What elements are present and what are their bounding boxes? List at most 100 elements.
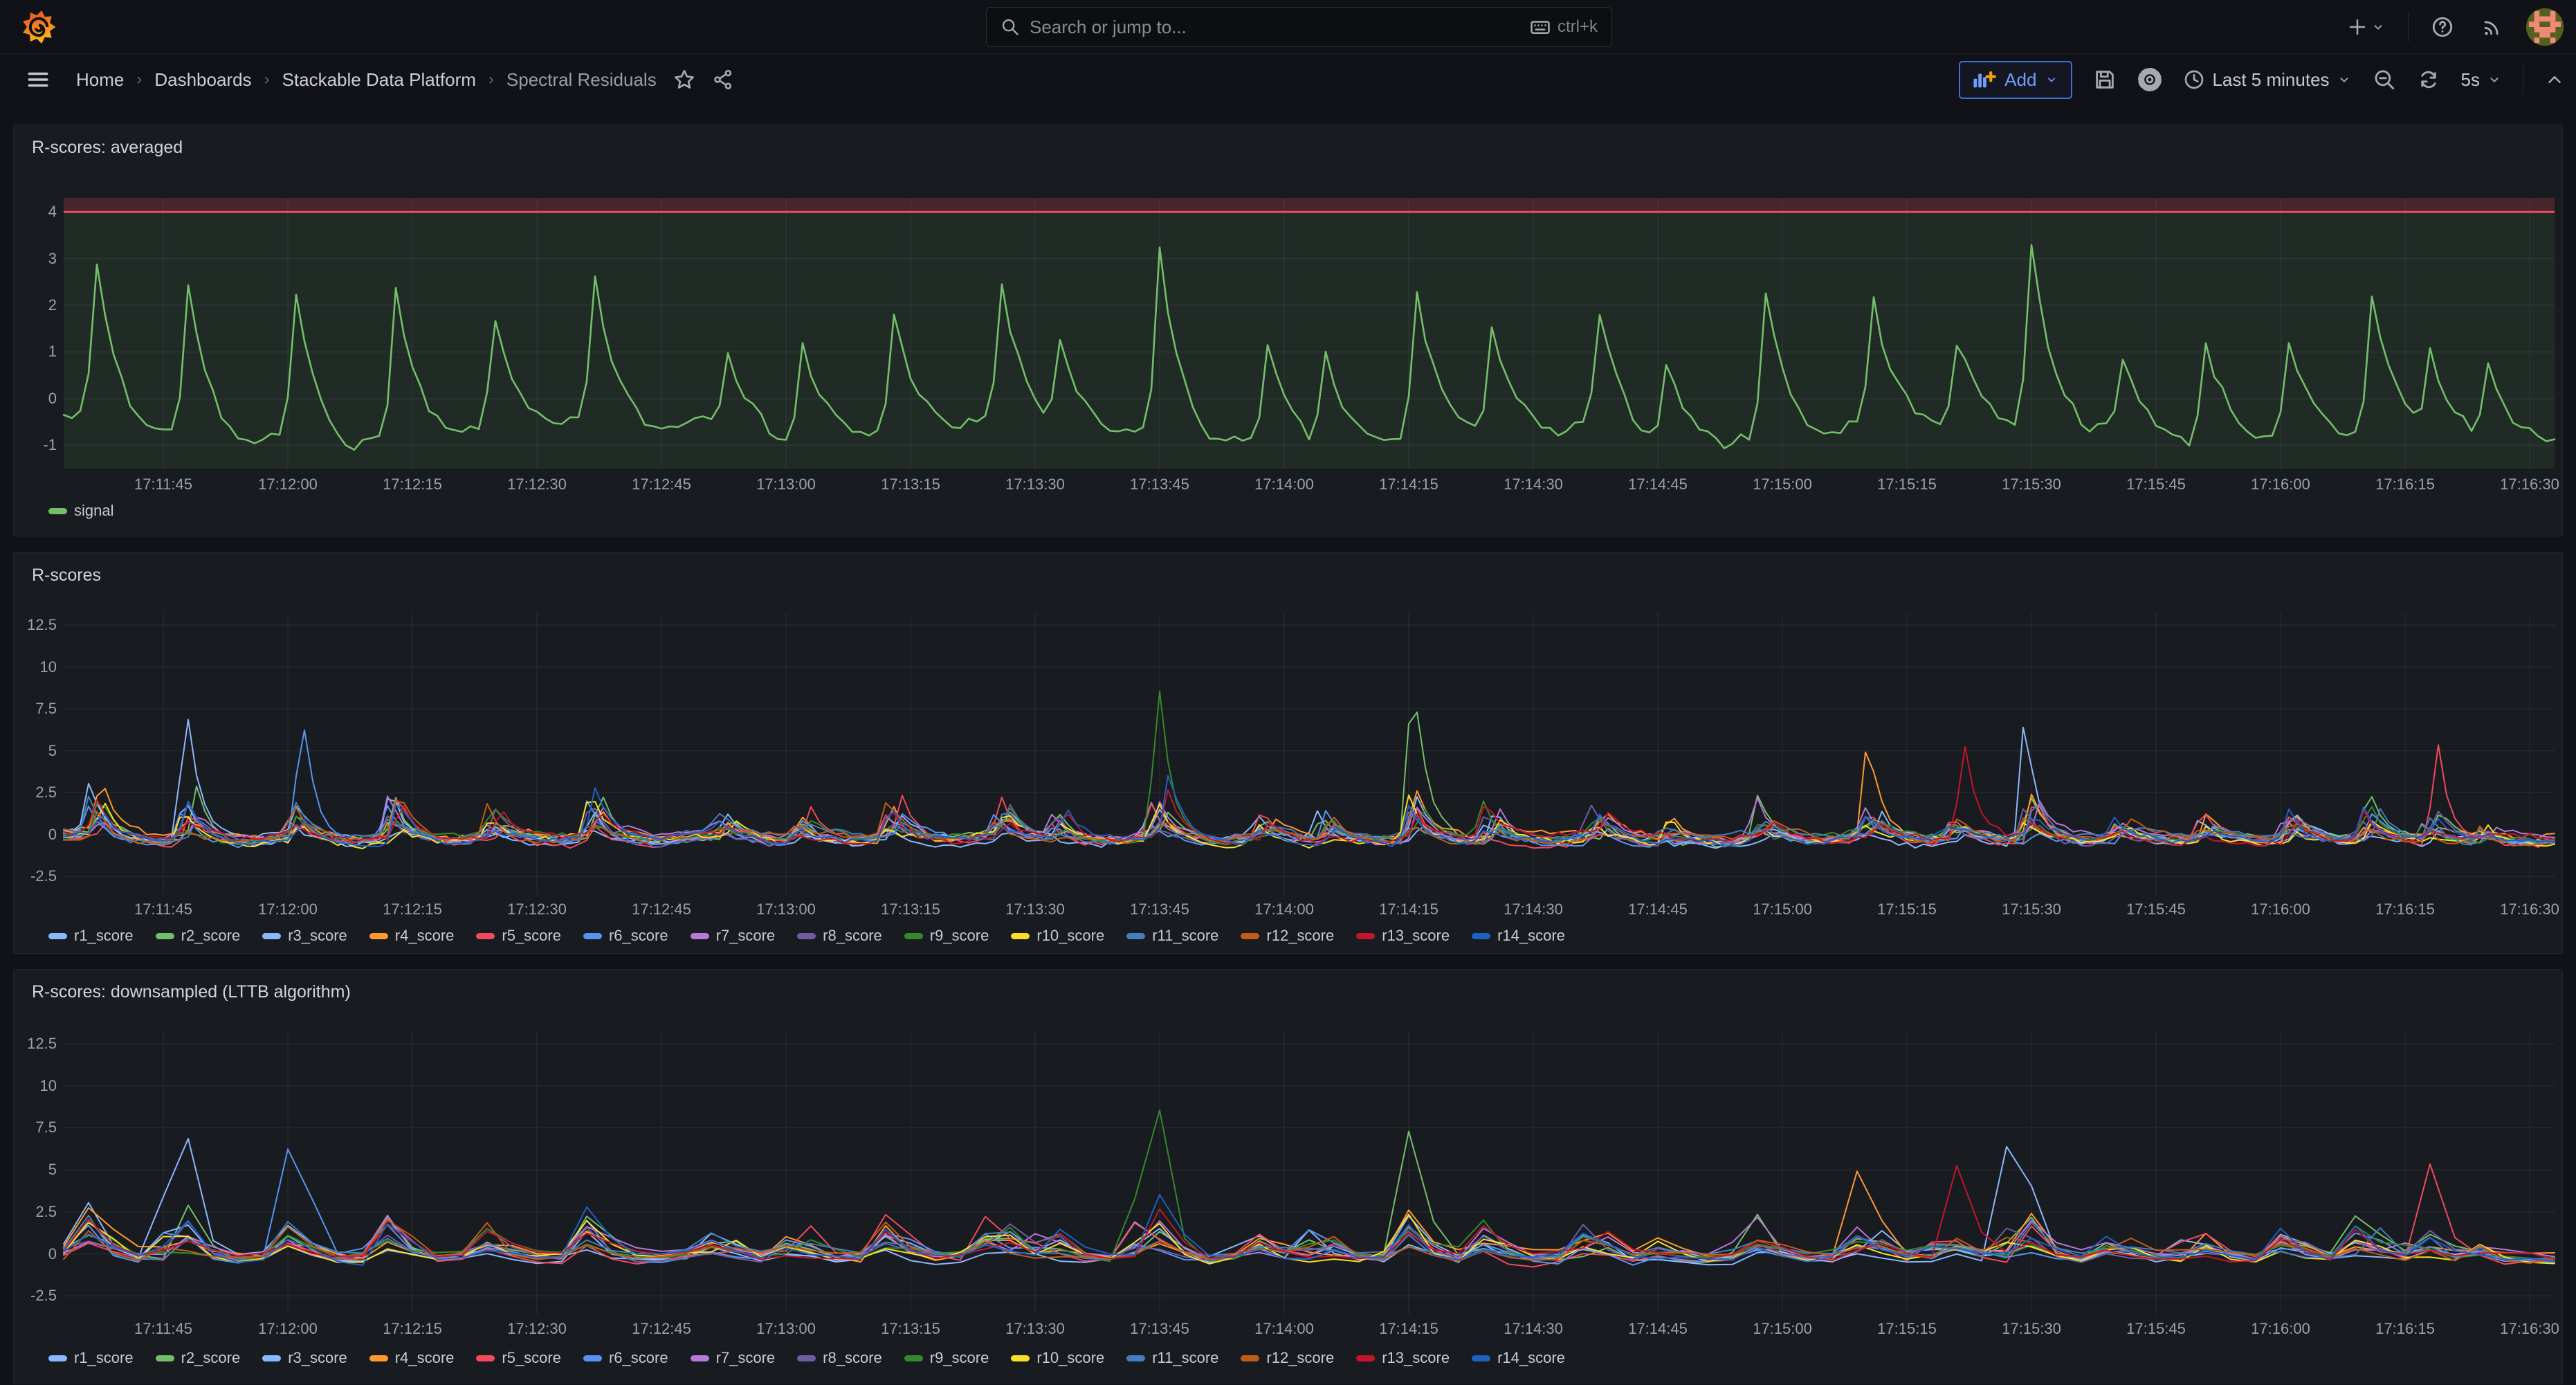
x-axis-label: 17:14:30: [1481, 900, 1585, 918]
legend-item-r12_score[interactable]: r12_score: [1241, 927, 1334, 945]
legend-item-r11_score[interactable]: r11_score: [1126, 1349, 1218, 1367]
y-axis-label: 3: [17, 250, 57, 268]
mega-menu-button[interactable]: [26, 68, 50, 91]
breadcrumb-home[interactable]: Home: [76, 69, 124, 91]
legend-label: r13_score: [1382, 1349, 1450, 1367]
legend-item-r14_score[interactable]: r14_score: [1472, 927, 1565, 945]
legend-label: r10_score: [1036, 1349, 1104, 1367]
legend-item-r4_score[interactable]: r4_score: [369, 927, 455, 945]
new-menu-button[interactable]: [2343, 12, 2390, 42]
legend-item-r11_score[interactable]: r11_score: [1126, 927, 1218, 945]
legend-swatch: [156, 933, 174, 939]
legend-item-r7_score[interactable]: r7_score: [691, 1349, 776, 1367]
legend-item-r3_score[interactable]: r3_score: [262, 1349, 347, 1367]
x-axis-label: 17:11:45: [111, 1320, 215, 1338]
save-dashboard-button[interactable]: [2093, 68, 2117, 91]
x-axis-label: 17:15:45: [2104, 1320, 2208, 1338]
legend-label: r3_score: [288, 1349, 347, 1367]
legend: r1_score r2_score r3_score r4_score r5_score…: [48, 1349, 1565, 1367]
time-series-chart[interactable]: 43210-117:11:4517:12:0017:12:1517:12:301…: [14, 125, 2562, 536]
legend-item-r10_score[interactable]: r10_score: [1011, 927, 1104, 945]
chevron-down-icon: [2045, 73, 2058, 87]
legend-item-r1_score[interactable]: r1_score: [48, 1349, 134, 1367]
legend-swatch: [904, 933, 923, 939]
legend-swatch: [156, 1355, 174, 1361]
x-axis-label: 17:13:30: [983, 900, 1087, 918]
star-button[interactable]: [673, 69, 695, 91]
panel-r-scores: R-scores 12.5107.552.50-2.517:11:4517:12…: [13, 552, 2563, 954]
plus-icon: [2347, 17, 2368, 37]
avatar[interactable]: [2526, 8, 2564, 46]
legend-label: r9_score: [930, 1349, 989, 1367]
x-axis-label: 17:12:15: [360, 1320, 464, 1338]
time-series-chart[interactable]: 12.5107.552.50-2.517:11:4517:12:0017:12:…: [14, 970, 2562, 1384]
legend-item-r5_score[interactable]: r5_score: [476, 927, 561, 945]
x-axis-label: 17:12:45: [610, 900, 713, 918]
refresh-interval-picker[interactable]: 5s: [2461, 69, 2502, 91]
legend-swatch: [1126, 933, 1145, 939]
panel-r-scores-averaged: R-scores: averaged 43210-117:11:4517:12:…: [13, 125, 2563, 536]
chart-canvas: [14, 553, 2564, 954]
legend-label: r3_score: [288, 927, 347, 945]
search-bar[interactable]: ctrl+k: [986, 7, 1612, 47]
legend-item-r9_score[interactable]: r9_score: [904, 1349, 989, 1367]
refresh-button[interactable]: [2417, 68, 2440, 91]
legend-item-r6_score[interactable]: r6_score: [583, 1349, 668, 1367]
share-button[interactable]: [712, 69, 734, 91]
rss-icon: [2481, 15, 2504, 39]
breadcrumb-dashboards[interactable]: Dashboards: [154, 69, 251, 91]
legend-item-r3_score[interactable]: r3_score: [262, 927, 347, 945]
series-line-r9_score: [64, 1110, 2555, 1261]
legend-item-r1_score[interactable]: r1_score: [48, 927, 134, 945]
help-button[interactable]: [2427, 11, 2458, 43]
legend-swatch: [583, 1355, 602, 1361]
legend-item-r13_score[interactable]: r13_score: [1356, 1349, 1450, 1367]
breadcrumb-folder[interactable]: Stackable Data Platform: [282, 69, 476, 91]
breadcrumb-separator: ›: [488, 70, 494, 89]
search-input[interactable]: [1030, 17, 1520, 38]
legend-item-r2_score[interactable]: r2_score: [156, 927, 241, 945]
legend-label: r5_score: [502, 927, 561, 945]
grafana-logo-icon[interactable]: [21, 9, 57, 45]
y-axis-label: 10: [17, 1077, 57, 1095]
legend-label: r4_score: [395, 927, 455, 945]
collapse-toolbar-button[interactable]: [2544, 69, 2565, 90]
x-axis-label: 17:15:00: [1730, 476, 1834, 494]
zoom-out-button[interactable]: [2373, 68, 2396, 91]
legend-label: r1_score: [74, 1349, 134, 1367]
x-axis-label: 17:14:45: [1606, 476, 1710, 494]
x-axis-label: 17:14:15: [1357, 476, 1461, 494]
legend-swatch: [48, 933, 67, 939]
chevron-down-icon: [2337, 72, 2352, 87]
legend-item-r10_score[interactable]: r10_score: [1011, 1349, 1104, 1367]
legend-label: signal: [74, 502, 113, 520]
legend-item-r5_score[interactable]: r5_score: [476, 1349, 561, 1367]
news-button[interactable]: [2476, 11, 2508, 43]
dashboard-settings-button[interactable]: [2137, 67, 2162, 92]
avatar-pixel-art: [2526, 8, 2564, 46]
legend-item-r7_score[interactable]: r7_score: [691, 927, 776, 945]
legend-swatch: [48, 508, 67, 514]
legend-item-r12_score[interactable]: r12_score: [1241, 1349, 1334, 1367]
time-series-chart[interactable]: 12.5107.552.50-2.517:11:4517:12:0017:12:…: [14, 553, 2562, 953]
legend-item-r13_score[interactable]: r13_score: [1356, 927, 1450, 945]
legend-item-r4_score[interactable]: r4_score: [369, 1349, 455, 1367]
legend-item-r8_score[interactable]: r8_score: [797, 927, 882, 945]
breadcrumb-current: Spectral Residuals: [506, 69, 657, 91]
y-axis-label: 5: [17, 742, 57, 760]
x-axis-label: 17:13:15: [859, 900, 962, 918]
x-axis-label: 17:15:00: [1730, 900, 1834, 918]
legend-item-r9_score[interactable]: r9_score: [904, 927, 989, 945]
legend-label: r12_score: [1266, 1349, 1334, 1367]
add-button[interactable]: Add: [1959, 61, 2072, 99]
legend-item-r6_score[interactable]: r6_score: [583, 927, 668, 945]
x-axis-label: 17:16:15: [2353, 476, 2457, 494]
x-axis-label: 17:12:45: [610, 1320, 713, 1338]
legend-item-r14_score[interactable]: r14_score: [1472, 1349, 1565, 1367]
legend-item-r8_score[interactable]: r8_score: [797, 1349, 882, 1367]
series-line-r1_score: [64, 1139, 2555, 1265]
legend-item-r2_score[interactable]: r2_score: [156, 1349, 241, 1367]
x-axis-label: 17:12:00: [236, 476, 340, 494]
legend-item-signal[interactable]: signal: [48, 502, 113, 520]
time-range-picker[interactable]: Last 5 minutes: [2183, 69, 2351, 91]
